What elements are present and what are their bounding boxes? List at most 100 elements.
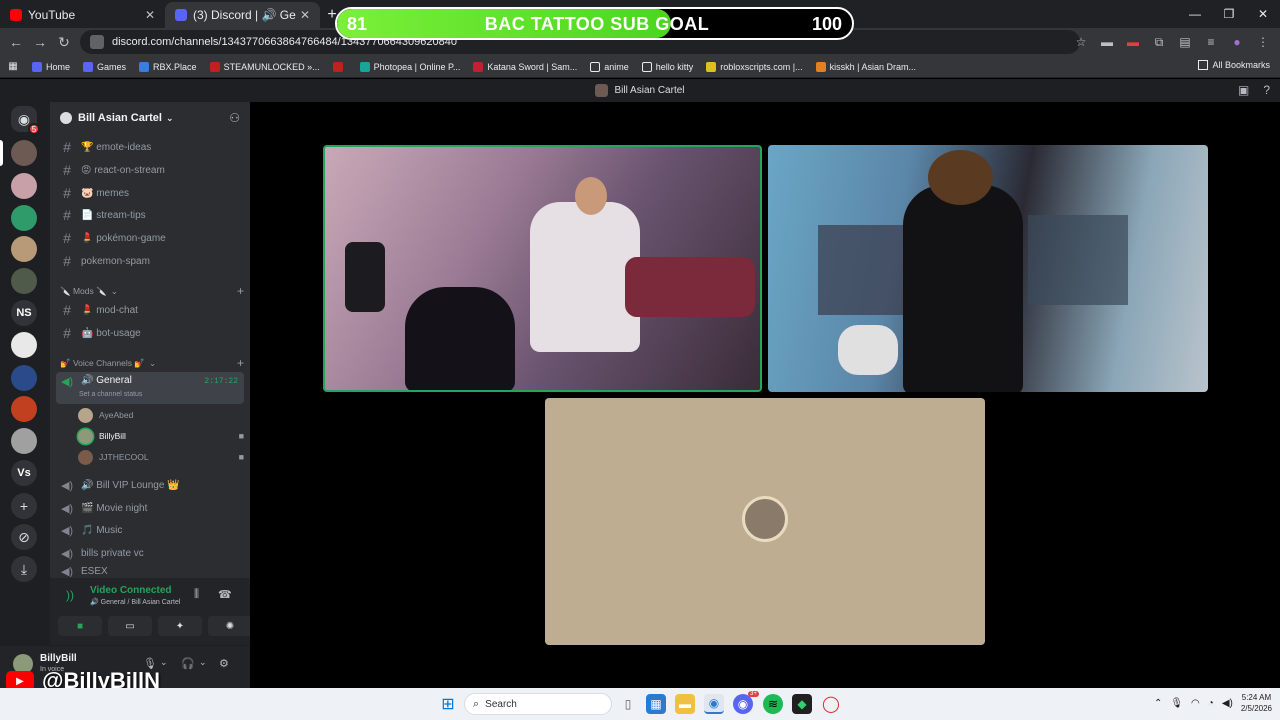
bookmark-star-icon[interactable]: ☆ (1070, 30, 1092, 54)
video-tile-camera-off[interactable] (545, 398, 985, 645)
add-channel-icon[interactable]: + (237, 284, 244, 298)
server-icon-2[interactable] (11, 173, 37, 199)
server-icon-9[interactable] (11, 396, 37, 422)
back-icon[interactable]: ← (4, 30, 28, 54)
close-window-icon[interactable]: ✕ (1246, 0, 1280, 28)
chevron-down-icon[interactable]: ⌄ (160, 657, 168, 668)
puzzle-icon[interactable]: ⧉ (1148, 30, 1170, 54)
server-icon-5[interactable] (11, 268, 37, 294)
bookmark-robloxscripts[interactable]: robloxscripts.com |... (706, 61, 803, 72)
channel-memes[interactable]: # 🐷 memes (56, 182, 244, 204)
channel-react-on-stream[interactable]: # 😡 react-on-stream (56, 159, 244, 181)
network-icon[interactable]: ◠ (1191, 698, 1200, 709)
tab-search-icon[interactable]: ≡ (1200, 30, 1222, 54)
bookmark-katana[interactable]: Katana Sword | Sam... (473, 61, 577, 72)
store-icon[interactable]: ▦ (646, 694, 666, 714)
voice-location[interactable]: 🔊 General / Bill Asian Cartel (90, 598, 180, 606)
bookmark-steamunlocked[interactable]: STEAMUNLOCKED »... (209, 61, 320, 72)
channel-pokemon-spam[interactable]: # pokemon-spam (56, 250, 244, 272)
channel-pokemon-game[interactable]: # 💄 pokémon-game (56, 227, 244, 249)
voice-channel-bills-private-vc[interactable]: ◀) bills private vc (56, 542, 244, 564)
download-icon[interactable]: ⤓ (11, 556, 37, 582)
channel-bot-usage[interactable]: # 🤖 bot-usage (56, 322, 244, 344)
bookmark-anime[interactable]: anime (590, 61, 629, 72)
soundboard-button[interactable]: ✺ (208, 616, 252, 636)
extension-red-icon[interactable]: ▬ (1122, 30, 1144, 54)
add-server-icon[interactable]: + (11, 493, 37, 519)
chevron-up-icon[interactable]: ⌃ (1154, 698, 1162, 709)
voice-channel-vip-lounge[interactable]: ◀) 🔊 Bill VIP Lounge 👑 (56, 474, 244, 496)
voice-channel-music[interactable]: ◀) 🎵 Music (56, 519, 244, 541)
inbox-icon[interactable]: ▣ (1238, 83, 1249, 97)
explore-icon[interactable]: ⊘ (11, 524, 37, 550)
bookmark-home[interactable]: Home (32, 61, 70, 72)
chevron-down-icon[interactable]: ⌄ (199, 657, 207, 668)
bookmark-extra[interactable] (332, 61, 347, 72)
apps-grid-icon[interactable]: ▦ (6, 61, 20, 72)
voice-channel-general[interactable]: ◀) 🔊 General 2:17:22 Set a channel statu… (56, 372, 244, 404)
forward-icon[interactable]: → (28, 30, 52, 54)
taskbar-search[interactable]: ⌕ Search (464, 693, 612, 715)
voice-channel-esex[interactable]: ◀) ESEX (56, 565, 244, 578)
server-icon-4[interactable] (11, 236, 37, 262)
media-icon[interactable]: ▤ (1174, 30, 1196, 54)
voice-channel-movie-night[interactable]: ◀) 🎬 Movie night (56, 497, 244, 519)
reload-icon[interactable]: ↻ (52, 30, 76, 54)
noise-suppression-icon[interactable]: ⫼ (194, 588, 199, 601)
bookmark-kisskh[interactable]: kisskh | Asian Dram... (815, 61, 916, 72)
app-icon[interactable]: ◆ (792, 694, 812, 714)
maximize-icon[interactable]: ❐ (1212, 0, 1246, 28)
server-bill-asian-cartel[interactable] (11, 140, 37, 166)
headphones-icon[interactable]: 🎧 (181, 657, 195, 670)
minimize-icon[interactable]: — (1178, 0, 1212, 28)
video-tile-speaking[interactable] (323, 145, 762, 392)
voice-user-billybill[interactable]: BillyBill ■ (78, 426, 244, 446)
voice-user-jjthecool[interactable]: JJTHECOOL ■ (78, 447, 244, 467)
settings-gear-icon[interactable]: ⚙ (219, 657, 229, 670)
channel-status[interactable]: Set a channel status (79, 391, 142, 398)
menu-icon[interactable]: ⋮ (1252, 30, 1274, 54)
opera-icon[interactable]: ◯ (821, 694, 841, 714)
add-channel-icon[interactable]: + (237, 356, 244, 370)
all-bookmarks[interactable]: All Bookmarks (1198, 60, 1270, 70)
server-ns[interactable]: NS (11, 300, 37, 326)
spotify-icon[interactable]: ≋ (763, 694, 783, 714)
screen-share-button[interactable]: ▭ (108, 616, 152, 636)
discord-app-icon[interactable]: ◉ (733, 694, 753, 714)
direct-messages-button[interactable]: ◉ 5 (11, 106, 40, 135)
microphone-icon[interactable]: 🎙 (1170, 698, 1183, 709)
username[interactable]: BillyBill (40, 653, 77, 664)
volume-icon[interactable]: ◀) (1222, 698, 1233, 709)
clock[interactable]: 5:24 AM 2/5/2026 (1241, 692, 1272, 714)
voice-user-ayeabed[interactable]: AyeAbed (78, 405, 244, 425)
activities-button[interactable]: ✦ (158, 616, 202, 636)
wifi-icon[interactable]: ◔ (1208, 698, 1214, 709)
chrome-icon[interactable]: ◉ (704, 694, 724, 714)
bookmark-rbx[interactable]: RBX.Place (139, 61, 197, 72)
site-info-icon[interactable] (90, 35, 104, 49)
channel-mod-chat[interactable]: # 💄 mod-chat (56, 299, 244, 321)
server-header[interactable]: Bill Asian Cartel ⌄ ⚇ (50, 102, 250, 134)
voice-status[interactable]: Video Connected (90, 585, 172, 596)
bookmark-hello-kitty[interactable]: hello kitty (641, 61, 693, 72)
server-icon-7[interactable] (11, 332, 37, 358)
server-vs[interactable]: Vs (11, 460, 37, 486)
file-explorer-icon[interactable]: ▬ (675, 694, 695, 714)
channel-stream-tips[interactable]: # 📄 stream-tips (56, 204, 244, 226)
channel-emote-ideas[interactable]: # 🏆 emote-ideas (56, 136, 244, 158)
close-tab-icon[interactable]: ✕ (300, 8, 310, 22)
invite-icon[interactable]: ⚇ (229, 111, 240, 125)
tab-discord[interactable]: (3) Discord | 🔊 General | Bill ✕ (165, 2, 320, 28)
video-tile-2[interactable] (768, 145, 1208, 392)
task-view-icon[interactable]: ▯ (618, 694, 638, 714)
server-icon-8[interactable] (11, 365, 37, 391)
server-icon-3[interactable] (11, 205, 37, 231)
help-icon[interactable]: ? (1263, 83, 1270, 97)
windows-start-icon[interactable]: ⊞ (438, 694, 458, 714)
close-tab-icon[interactable]: ✕ (145, 8, 155, 22)
tab-youtube[interactable]: YouTube ✕ (0, 2, 165, 28)
category-voice-channels[interactable]: 💅 Voice Channels 💅 ⌄ + (60, 355, 244, 371)
disconnect-icon[interactable]: ☎ (218, 588, 232, 601)
category-mods[interactable]: 🔪 Mods 🔪 ⌄ + (60, 283, 244, 299)
server-icon-10[interactable] (11, 428, 37, 454)
